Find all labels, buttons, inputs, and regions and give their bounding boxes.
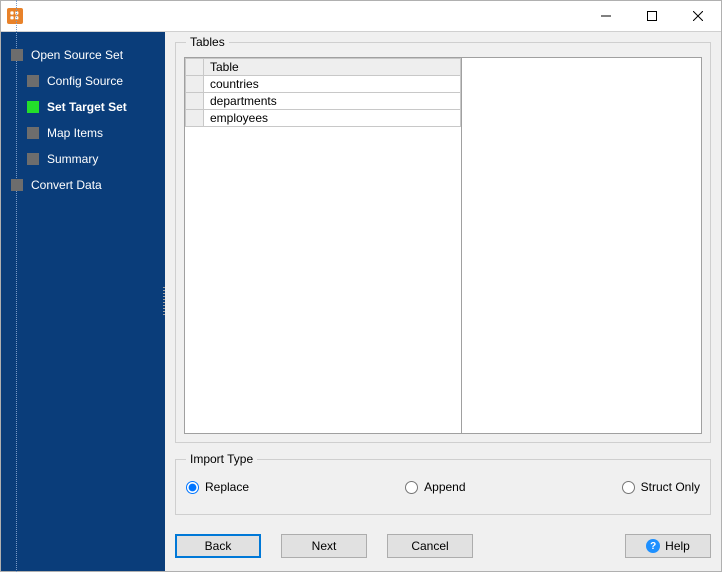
help-button-label: Help [665,539,690,553]
wizard-step[interactable]: Summary [1,146,165,172]
step-label: Set Target Set [47,100,127,114]
wizard-step[interactable]: Set Target Set [1,94,165,120]
radio-label: Append [424,480,465,494]
step-label: Convert Data [31,178,102,192]
help-button[interactable]: ? Help [625,534,711,558]
radio-label: Struct Only [641,480,700,494]
step-status-icon [27,75,39,87]
next-button-label: Next [312,539,337,553]
next-button[interactable]: Next [281,534,367,558]
maximize-button[interactable] [629,1,675,31]
column-header-table[interactable]: Table [204,59,461,76]
import-type-option[interactable]: Struct Only [622,480,700,494]
cancel-button[interactable]: Cancel [387,534,473,558]
table-row[interactable]: employees [186,110,461,127]
tables-group: Tables Table countriesdepartmentsemploye… [175,42,711,443]
minimize-button[interactable] [583,1,629,31]
step-label: Config Source [47,74,123,88]
splitter-handle[interactable] [163,287,167,317]
import-type-title: Import Type [186,452,257,466]
close-button[interactable] [675,1,721,31]
row-header-blank [186,59,204,76]
row-header [186,76,204,93]
step-label: Open Source Set [31,48,123,62]
wizard-step[interactable]: Config Source [1,68,165,94]
table-cell[interactable]: employees [204,110,461,127]
table-cell[interactable]: countries [204,76,461,93]
step-status-icon [11,179,23,191]
step-label: Summary [47,152,98,166]
titlebar [1,1,721,31]
app-icon [7,8,23,24]
radio-input[interactable] [622,481,635,494]
wizard-window: Open Source Set Config Source Set Target S… [0,0,722,572]
tables-group-title: Tables [186,35,229,49]
row-header [186,93,204,110]
radio-input[interactable] [186,481,199,494]
wizard-content: Tables Table countriesdepartmentsemploye… [165,32,721,571]
wizard-step[interactable]: Convert Data [1,172,165,198]
tables-grid-empty-area [462,57,702,434]
table-row[interactable]: departments [186,93,461,110]
import-type-option[interactable]: Append [405,480,465,494]
step-status-icon [27,153,39,165]
window-controls [583,1,721,31]
tables-grid[interactable]: Table countriesdepartmentsemployees [184,57,462,434]
cancel-button-label: Cancel [411,539,448,553]
step-label: Map Items [47,126,103,140]
radio-input[interactable] [405,481,418,494]
help-icon: ? [646,539,660,553]
wizard-step[interactable]: Map Items [1,120,165,146]
back-button[interactable]: Back [175,534,261,558]
row-header [186,110,204,127]
radio-label: Replace [205,480,249,494]
step-status-icon [27,127,39,139]
wizard-step[interactable]: Open Source Set [1,42,165,68]
step-status-icon [27,101,39,113]
import-type-group: Import Type ReplaceAppendStruct Only [175,459,711,515]
import-type-option[interactable]: Replace [186,480,249,494]
step-status-icon [11,49,23,61]
back-button-label: Back [205,539,232,553]
table-row[interactable]: countries [186,76,461,93]
wizard-steps-sidebar: Open Source Set Config Source Set Target S… [1,32,165,571]
wizard-button-bar: Back Next Cancel ? Help [165,521,721,571]
table-cell[interactable]: departments [204,93,461,110]
